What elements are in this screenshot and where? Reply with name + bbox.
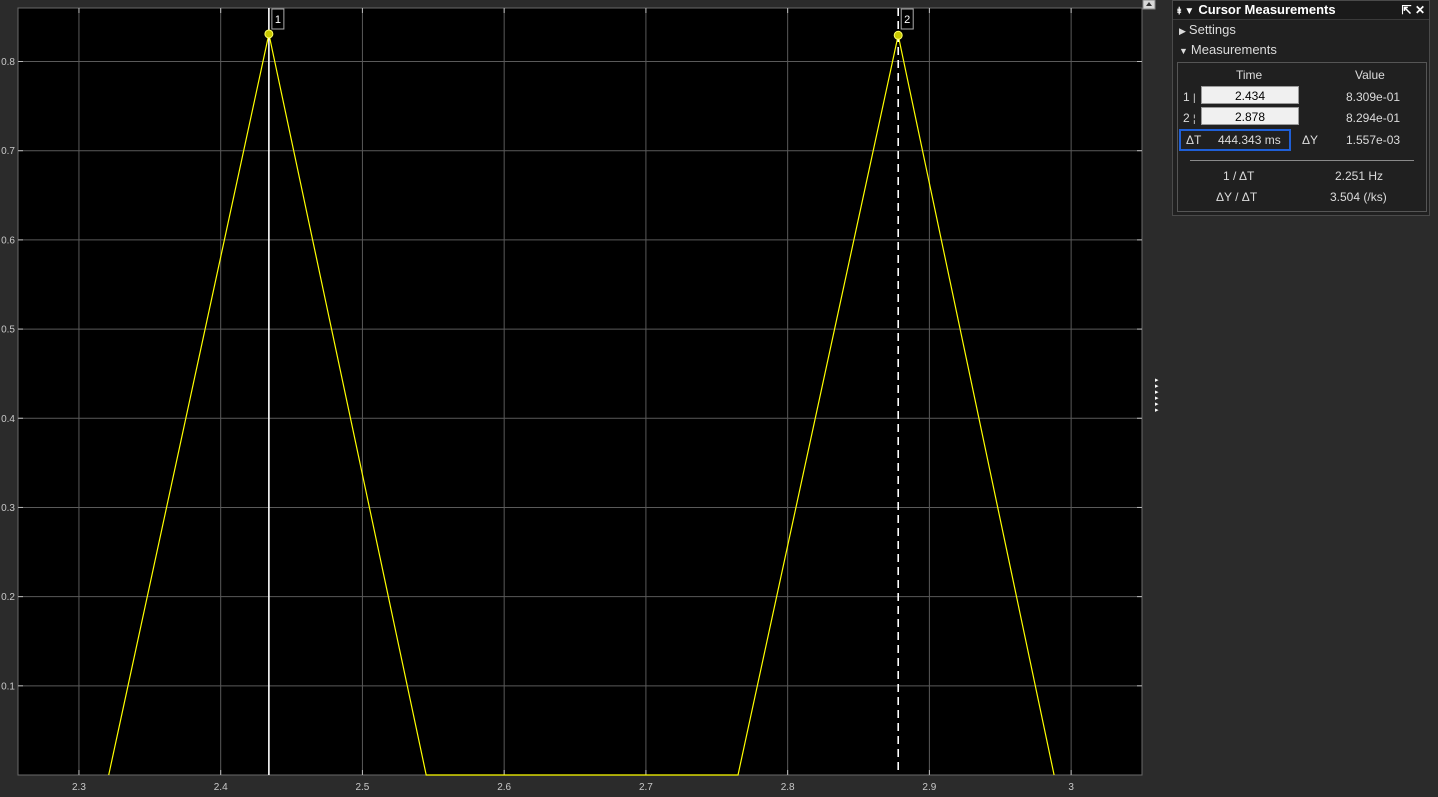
inverse-delta-t-value: 2.251 Hz	[1335, 169, 1384, 183]
y-tick-label: 0.1	[1, 681, 15, 692]
collapse-triangle-icon: ▼	[1179, 46, 1188, 56]
cursor-1-value: 8.309e-01	[1346, 90, 1401, 104]
y-tick-label: 0.7	[1, 146, 15, 157]
measurements-section-header[interactable]: ▼ Measurements	[1173, 40, 1429, 60]
y-tick-label: 0.4	[1, 414, 15, 425]
panel-window-controls: ⇱ ✕	[1402, 1, 1425, 19]
col-header-value: Value	[1355, 68, 1385, 82]
settings-label: Settings	[1188, 22, 1236, 37]
cursor-1-label: 1 |	[1183, 90, 1196, 104]
y-tick-label: 0.8	[1, 57, 15, 68]
x-tick-label: 2.9	[922, 782, 936, 793]
cursor-2-tag-label: 2	[904, 14, 910, 26]
y-tick-label: 0.2	[1, 592, 15, 603]
y-tick-label: 0.6	[1, 235, 15, 246]
x-tick-label: 3	[1068, 782, 1074, 793]
delta-y-label: ΔY	[1302, 133, 1319, 147]
cursor-1-marker	[264, 29, 274, 39]
delta-t-field[interactable]: ΔT 444.343 ms	[1179, 129, 1291, 151]
panel-title-bar: ⯒ ▼ Cursor Measurements ⇱ ✕	[1173, 1, 1429, 20]
settings-section-header[interactable]: ▶ Settings	[1173, 20, 1429, 40]
collapse-arrow-icon[interactable]: ▼	[1184, 6, 1194, 17]
y-tick-label: 0.5	[1, 325, 15, 336]
cursor-2-label: 2 ¦	[1183, 111, 1196, 125]
delta-y-value: 1.557e-03	[1346, 133, 1401, 147]
delta-t-label: ΔT	[1186, 133, 1202, 147]
measurements-table: Time Value 1 | 2.434 8.309e-01 2 ¦ 2.878…	[1177, 62, 1427, 212]
measurements-label: Measurements	[1190, 42, 1277, 57]
cursor-1-tag-label: 1	[275, 14, 281, 26]
x-tick-label: 2.7	[639, 782, 653, 793]
panel-collapse-handle-icon[interactable]: ▸ ▸ ▸ ▸ ▸ ▸	[1155, 377, 1165, 422]
inverse-delta-t-label: 1 / ΔT	[1223, 169, 1255, 183]
cursor-2-value: 8.294e-01	[1346, 111, 1401, 125]
slope-label: ΔY / ΔT	[1216, 190, 1258, 204]
x-tick-label: 2.3	[72, 782, 86, 793]
x-tick-label: 2.4	[214, 782, 228, 793]
x-tick-label: 2.5	[355, 782, 369, 793]
expand-triangle-icon: ▶	[1179, 26, 1186, 36]
slope-value: 3.504 (/ks)	[1330, 190, 1387, 204]
delta-t-value: 444.343 ms	[1218, 133, 1281, 147]
cursor-2-marker	[893, 30, 903, 40]
cursor-measurements-panel: ⯒ ▼ Cursor Measurements ⇱ ✕ ▶ Settings ▼ Mea…	[1172, 0, 1430, 216]
close-icon[interactable]: ✕	[1415, 3, 1425, 17]
cursor-2-time-input[interactable]: 2.878	[1201, 107, 1299, 125]
expand-axes-icon[interactable]	[1142, 0, 1156, 10]
divider	[1190, 160, 1414, 161]
undock-icon[interactable]: ⇱	[1402, 3, 1412, 17]
x-tick-label: 2.8	[781, 782, 795, 793]
x-tick-label: 2.6	[497, 782, 511, 793]
cursor-1-time-input[interactable]: 2.434	[1201, 86, 1299, 104]
panel-title: Cursor Measurements	[1198, 2, 1336, 17]
col-header-time: Time	[1236, 68, 1263, 82]
pin-icon[interactable]: ⯒	[1177, 6, 1181, 17]
y-tick-label: 0.3	[1, 503, 15, 514]
